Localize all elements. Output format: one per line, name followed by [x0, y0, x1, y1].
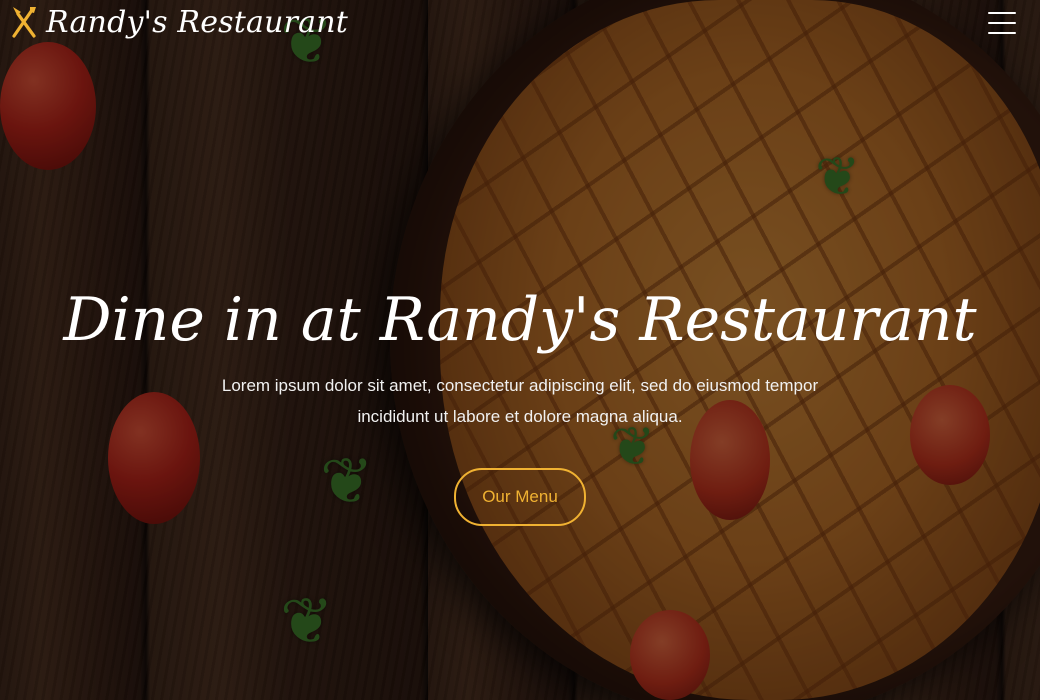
- hero-description: Lorem ipsum dolor sit amet, consectetur …: [221, 376, 819, 426]
- brand-link[interactable]: Randy's Restaurant: [10, 4, 348, 40]
- hero-title: Dine in at Randy's Restaurant: [63, 285, 977, 355]
- hamburger-menu-icon[interactable]: [988, 12, 1016, 34]
- hero-content: Dine in at Randy's Restaurant Lorem ipsu…: [0, 280, 1040, 526]
- fork-knife-icon: [10, 4, 38, 40]
- our-menu-button[interactable]: Our Menu: [454, 468, 586, 526]
- brand-name: Randy's Restaurant: [46, 4, 349, 40]
- hero-section: ❦ ❦ ❦ ❦ ❦ Randy's Restaurant Dine in at …: [0, 0, 1040, 700]
